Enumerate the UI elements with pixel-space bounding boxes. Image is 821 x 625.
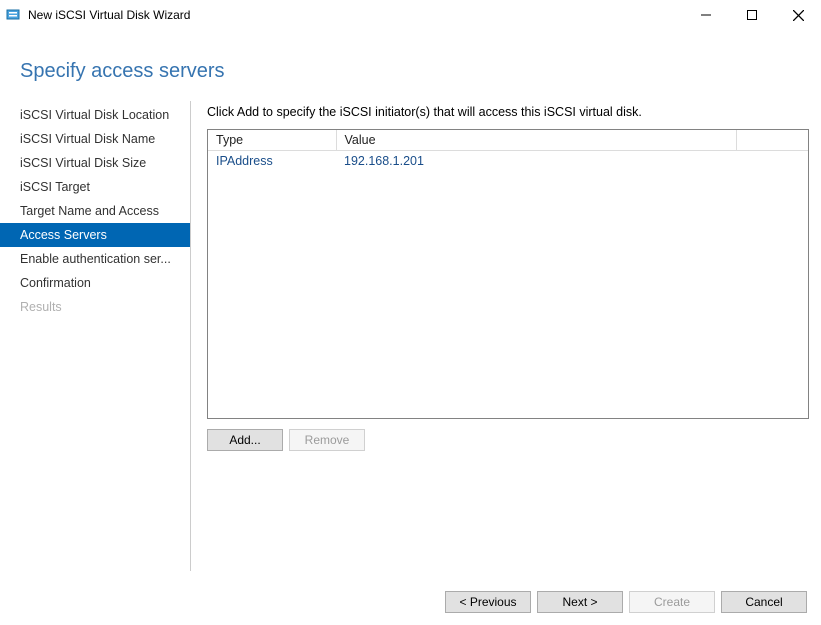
cancel-button[interactable]: Cancel [721, 591, 807, 613]
sidebar-item-access-servers[interactable]: Access Servers [0, 223, 190, 247]
sidebar-item-target-name[interactable]: Target Name and Access [0, 199, 190, 223]
minimize-button[interactable] [683, 0, 729, 30]
main-panel: Click Add to specify the iSCSI initiator… [191, 101, 821, 571]
cell-type: IPAddress [208, 151, 336, 172]
content-area: iSCSI Virtual Disk Location iSCSI Virtua… [0, 101, 821, 571]
remove-button: Remove [289, 429, 365, 451]
sidebar-item-disk-name[interactable]: iSCSI Virtual Disk Name [0, 127, 190, 151]
previous-button[interactable]: < Previous [445, 591, 531, 613]
sidebar-item-confirmation[interactable]: Confirmation [0, 271, 190, 295]
sidebar-item-disk-location[interactable]: iSCSI Virtual Disk Location [0, 103, 190, 127]
column-header-value[interactable]: Value [336, 130, 736, 151]
instruction-text: Click Add to specify the iSCSI initiator… [207, 105, 809, 119]
create-button: Create [629, 591, 715, 613]
wizard-footer: < Previous Next > Create Cancel [445, 591, 807, 613]
window-title: New iSCSI Virtual Disk Wizard [28, 8, 190, 22]
sidebar-item-enable-auth[interactable]: Enable authentication ser... [0, 247, 190, 271]
sidebar-item-iscsi-target[interactable]: iSCSI Target [0, 175, 190, 199]
app-icon [6, 7, 22, 23]
add-button[interactable]: Add... [207, 429, 283, 451]
maximize-button[interactable] [729, 0, 775, 30]
column-header-blank [736, 130, 808, 151]
sidebar-item-results: Results [0, 295, 190, 319]
next-button[interactable]: Next > [537, 591, 623, 613]
page-title: Specify access servers [0, 30, 821, 101]
initiators-table-wrap: Type Value IPAddress 192.168.1.201 [207, 129, 809, 419]
close-button[interactable] [775, 0, 821, 30]
sidebar-item-disk-size[interactable]: iSCSI Virtual Disk Size [0, 151, 190, 175]
initiators-table: Type Value IPAddress 192.168.1.201 [208, 130, 808, 171]
column-header-type[interactable]: Type [208, 130, 336, 151]
cell-value: 192.168.1.201 [336, 151, 736, 172]
table-row[interactable]: IPAddress 192.168.1.201 [208, 151, 808, 172]
wizard-steps-sidebar: iSCSI Virtual Disk Location iSCSI Virtua… [0, 101, 191, 571]
titlebar: New iSCSI Virtual Disk Wizard [0, 0, 821, 30]
